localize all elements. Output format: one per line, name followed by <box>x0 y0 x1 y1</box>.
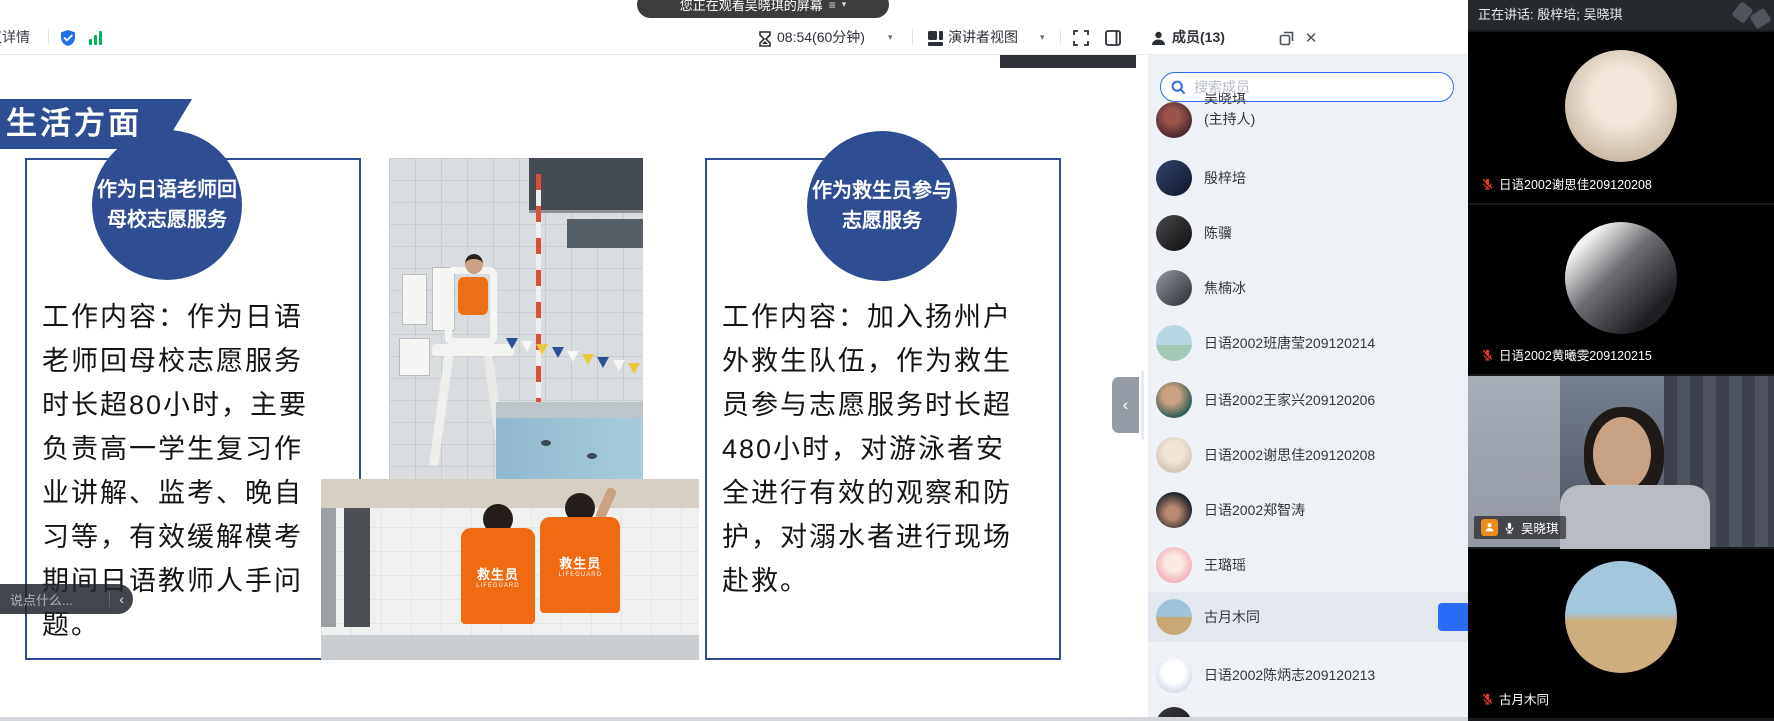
meeting-app-window: 您正在观看吴晓琪的屏幕 ≡ ▾ 会议详情 08:54(60分钟) ▾ 演讲者视图… <box>0 0 1774 721</box>
avatar <box>1156 492 1192 528</box>
view-mode-selector[interactable]: 演讲者视图 <box>948 20 1018 54</box>
member-row[interactable]: 日语2002谢思佳209120208 <box>1148 430 1468 480</box>
avatar <box>1156 437 1192 473</box>
avatar <box>1156 547 1192 583</box>
muted-mic-icon <box>1481 348 1494 362</box>
member-name: 王璐瑶 <box>1204 540 1246 590</box>
screen-share-area: 生活方面 作为日语老师回 母校志愿服务 工作内容：作为日语 老师回母校志愿服务 … <box>0 55 1148 717</box>
network-signal-icon[interactable] <box>86 28 106 48</box>
toolbar: 会议详情 08:54(60分钟) ▾ 演讲者视图 ▾ 成员(13) <box>0 20 1468 55</box>
member-row[interactable]: 日语2002班唐莹209120214 <box>1148 318 1468 368</box>
quick-chat-input[interactable]: 说点什么... ‹ <box>0 584 133 614</box>
participant-name: 吴晓琪 <box>1521 518 1559 537</box>
member-row[interactable]: 吴晓琪 (主持人) <box>1148 95 1468 145</box>
participant-name: 日语2002黄曦雯209120215 <box>1499 345 1652 364</box>
muted-mic-icon <box>1481 692 1494 706</box>
video-tile-camera[interactable]: 吴晓琪 <box>1468 376 1774 547</box>
window-bottom-edge <box>0 717 1468 721</box>
member-row[interactable] <box>1148 700 1468 717</box>
avatar <box>1156 102 1192 138</box>
lifeguard-figure: 救生员 LIFEGUARD <box>461 504 535 654</box>
member-row[interactable]: 陈骥 <box>1148 208 1468 258</box>
member-name: 日语2002王家兴209120206 <box>1204 375 1375 425</box>
avatar <box>1156 160 1192 196</box>
menu-icon: ≡ <box>829 0 836 12</box>
member-name: 日语2002陈炳志209120213 <box>1204 650 1375 700</box>
member-name: 焦楠冰 <box>1204 263 1246 313</box>
watching-screen-banner[interactable]: 您正在观看吴晓琪的屏幕 ≡ ▾ <box>637 0 889 18</box>
member-role: (主持人) <box>1204 109 1255 129</box>
muted-mic-icon <box>1481 177 1494 191</box>
member-name: 殷梓培 <box>1204 153 1246 203</box>
avatar <box>1156 382 1192 418</box>
member-row[interactable]: 日语2002王家兴209120206 <box>1148 375 1468 425</box>
collapse-left-icon[interactable]: ‹ <box>109 591 133 607</box>
quick-chat-placeholder: 说点什么... <box>0 590 109 609</box>
avatar <box>1565 50 1677 162</box>
member-name: 日语2002班唐莹209120214 <box>1204 318 1375 368</box>
member-name: 陈骥 <box>1204 208 1232 258</box>
video-sidebar: 正在讲话: 殷梓培; 吴晓琪 日语2002谢思佳209120208 日语2002… <box>1468 0 1774 721</box>
collapse-left-icon: ‹ <box>1123 395 1129 415</box>
avatar <box>1565 561 1677 673</box>
chevron-down-icon[interactable]: ▾ <box>1040 20 1045 54</box>
screen-sharing-badge-icon <box>1481 519 1498 536</box>
member-row[interactable]: 日语2002郑智涛 <box>1148 485 1468 535</box>
slide-body-right: 工作内容：加入扬州户 外救生队伍，作为救生 员参与志愿服务时长超 480小时，对… <box>722 295 1012 603</box>
security-shield-icon[interactable] <box>58 28 78 48</box>
avatar <box>1156 215 1192 251</box>
avatar <box>1156 599 1192 635</box>
scrollbar[interactable] <box>1141 370 1144 440</box>
hourglass-icon <box>755 29 775 49</box>
lifeguard-figure: 救生员 LIFEGUARD <box>540 493 620 653</box>
member-row[interactable]: 焦楠冰 <box>1148 263 1468 313</box>
photo-lifeguard-pool <box>389 158 643 479</box>
shared-screen-edge <box>1000 55 1136 68</box>
lifeguard-figure <box>458 277 488 315</box>
avatar <box>1156 325 1192 361</box>
side-panel-toggle-icon[interactable] <box>1103 28 1123 48</box>
photo-lifeguards-locker: 救生员 LIFEGUARD 救生员 LIFEGUARD <box>321 479 699 660</box>
close-icon[interactable]: ✕ <box>1301 28 1321 48</box>
member-row[interactable]: 殷梓培 <box>1148 153 1468 203</box>
member-row[interactable]: 王璐瑶 <box>1148 540 1468 590</box>
search-icon <box>1171 80 1186 95</box>
divider <box>912 29 913 45</box>
panel-collapse-handle[interactable]: ‹ <box>1112 377 1139 433</box>
divider <box>48 29 49 45</box>
participant-name: 日语2002谢思佳209120208 <box>1499 174 1652 193</box>
members-panel-title: 成员(13) <box>1172 20 1225 54</box>
video-tile[interactable]: 日语2002黄曦雯209120215 <box>1468 205 1774 374</box>
member-row[interactable]: 日语2002陈炳志209120213 <box>1148 650 1468 700</box>
divider <box>1060 29 1061 45</box>
avatar <box>1156 657 1192 693</box>
member-action-button[interactable] <box>1438 603 1468 631</box>
meeting-detail-link[interactable]: 会议详情 <box>0 20 46 54</box>
member-name: 吴晓琪 <box>1204 93 1246 105</box>
member-name: 古月木同 <box>1204 592 1260 642</box>
fullscreen-icon[interactable] <box>1071 28 1091 48</box>
avatar <box>1565 222 1677 334</box>
members-icon <box>1148 28 1168 48</box>
video-tile[interactable]: 日语2002谢思佳209120208 <box>1468 32 1774 203</box>
chevron-down-icon: ▾ <box>842 0 847 10</box>
video-tile[interactable]: 古月木同 <box>1468 549 1774 718</box>
participant-name: 古月木同 <box>1499 689 1549 708</box>
avatar <box>1156 270 1192 306</box>
popout-icon[interactable] <box>1276 28 1296 48</box>
members-panel: 吴晓琪 (主持人) 殷梓培 陈骥 焦楠冰 日语2002班唐莹209120214 … <box>1148 55 1468 717</box>
avatar <box>1156 707 1192 717</box>
watching-screen-label: 您正在观看吴晓琪的屏幕 <box>680 0 823 14</box>
view-layout-icon <box>925 28 945 48</box>
member-name: 日语2002郑智涛 <box>1204 485 1305 535</box>
member-name: 日语2002谢思佳209120208 <box>1204 430 1375 480</box>
slide-circle-left: 作为日语老师回 母校志愿服务 <box>92 130 242 280</box>
mic-on-icon <box>1503 521 1516 535</box>
member-row[interactable]: 古月木同 <box>1148 592 1468 642</box>
slide-title: 生活方面 <box>6 106 142 141</box>
active-speaker-bar: 正在讲话: 殷梓培; 吴晓琪 <box>1468 0 1774 30</box>
chevron-down-icon[interactable]: ▾ <box>888 20 893 54</box>
meeting-timer[interactable]: 08:54(60分钟) <box>777 20 865 54</box>
slide-circle-right: 作为救生员参与 志愿服务 <box>807 131 957 281</box>
